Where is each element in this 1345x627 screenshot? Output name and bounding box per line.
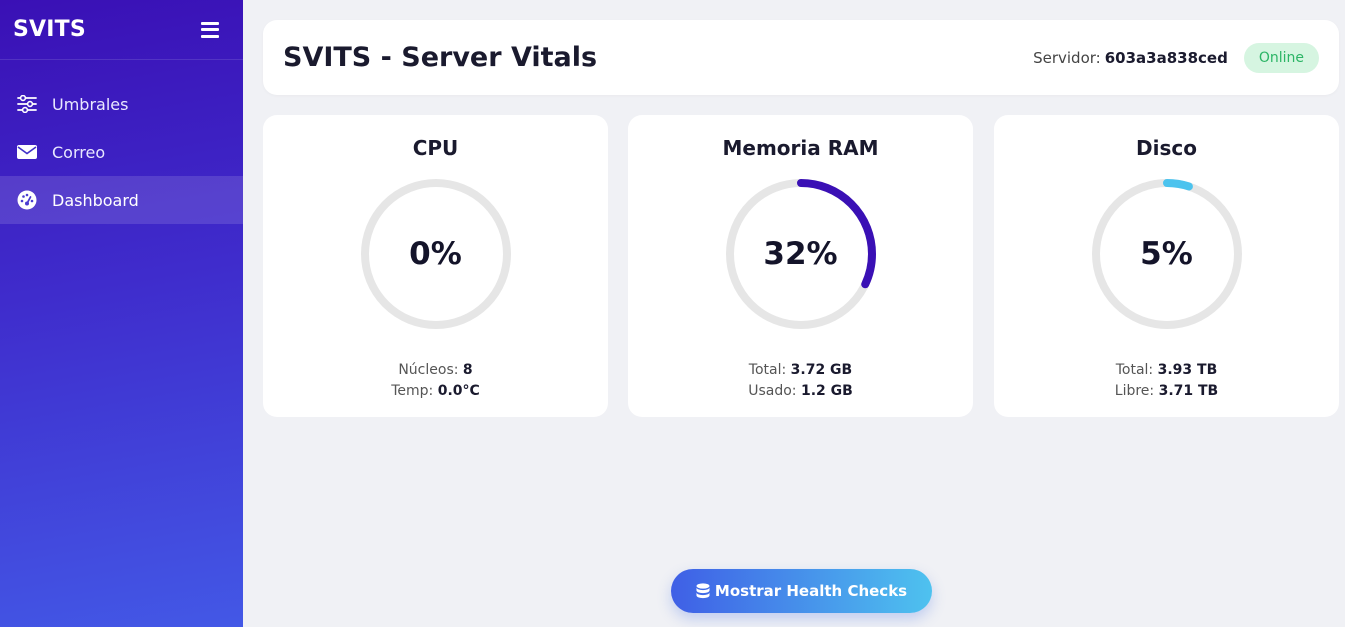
- sliders-icon: [17, 94, 37, 114]
- sidebar-item-label: Umbrales: [52, 94, 129, 114]
- stat-label: Usado:: [748, 383, 797, 399]
- health-button-label: Mostrar Health Checks: [714, 582, 908, 600]
- card-stats: Total: 3.72 GB Usado: 1.2 GB: [628, 360, 973, 402]
- stat-row: Total: 3.93 TB: [994, 360, 1339, 381]
- stat-row: Libre: 3.71 TB: [994, 381, 1339, 402]
- stat-label: Total:: [748, 362, 787, 378]
- sidebar: SVITS Umbrales Correo Dashboard: [0, 0, 243, 627]
- cpu-gauge: 0%: [356, 174, 516, 334]
- gauge-value: 5%: [1140, 236, 1193, 272]
- disk-gauge: 5%: [1087, 174, 1247, 334]
- card-title: Disco: [1136, 136, 1197, 160]
- disk-card: Disco 5% Total: 3.93 TB Libre: 3.71 TB: [994, 115, 1339, 417]
- database-icon: [696, 583, 710, 599]
- card-title: CPU: [412, 136, 459, 160]
- stat-label: Temp:: [391, 383, 434, 399]
- brand-logo[interactable]: SVITS: [13, 17, 86, 42]
- cpu-card: CPU 0% Núcleos: 8 Temp: 0.0°C: [263, 115, 608, 417]
- ram-card: Memoria RAM 32% Total: 3.72 GB Usado: 1.…: [628, 115, 973, 417]
- server-info: Servidor: 603a3a838ced Online: [1033, 42, 1319, 73]
- sidebar-item-label: Dashboard: [52, 190, 139, 210]
- stat-label: Total:: [1115, 362, 1154, 378]
- header-bar: SVITS - Server Vitals Servidor: 603a3a83…: [263, 20, 1339, 95]
- hamburger-icon[interactable]: [201, 21, 219, 38]
- card-title: Memoria RAM: [722, 136, 879, 160]
- sidebar-item-label: Correo: [52, 142, 106, 162]
- status-badge: Online: [1243, 42, 1319, 73]
- stat-value: 0.0°C: [437, 383, 480, 399]
- sidebar-nav: Umbrales Correo Dashboard: [0, 80, 243, 224]
- stat-value: 1.2 GB: [800, 383, 853, 399]
- stat-value: 3.71 TB: [1158, 383, 1219, 399]
- card-stats: Total: 3.93 TB Libre: 3.71 TB: [994, 360, 1339, 402]
- stat-value: 3.93 TB: [1157, 362, 1218, 378]
- stat-value: 3.72 GB: [790, 362, 853, 378]
- stat-row: Temp: 0.0°C: [263, 381, 608, 402]
- stat-row: Total: 3.72 GB: [628, 360, 973, 381]
- stat-row: Núcleos: 8: [263, 360, 608, 381]
- gauge-value: 32%: [763, 236, 838, 272]
- sidebar-header: SVITS: [0, 0, 243, 60]
- card-stats: Núcleos: 8 Temp: 0.0°C: [263, 360, 608, 402]
- ram-gauge: 32%: [721, 174, 881, 334]
- show-health-checks-button[interactable]: Mostrar Health Checks: [671, 569, 932, 613]
- server-id: 603a3a838ced: [1104, 48, 1228, 67]
- sidebar-item-correo[interactable]: Correo: [0, 128, 243, 176]
- sidebar-item-umbrales[interactable]: Umbrales: [0, 80, 243, 128]
- stat-label: Libre:: [1114, 383, 1155, 399]
- stat-label: Núcleos:: [398, 362, 459, 378]
- envelope-icon: [17, 142, 37, 162]
- dashboard-gauge-icon: [17, 190, 37, 210]
- gauge-value: 0%: [409, 236, 462, 272]
- sidebar-item-dashboard[interactable]: Dashboard: [0, 176, 243, 224]
- stat-row: Usado: 1.2 GB: [628, 381, 973, 402]
- stat-value: 8: [462, 362, 473, 378]
- page-title: SVITS - Server Vitals: [283, 42, 598, 73]
- server-label: Servidor:: [1033, 48, 1101, 67]
